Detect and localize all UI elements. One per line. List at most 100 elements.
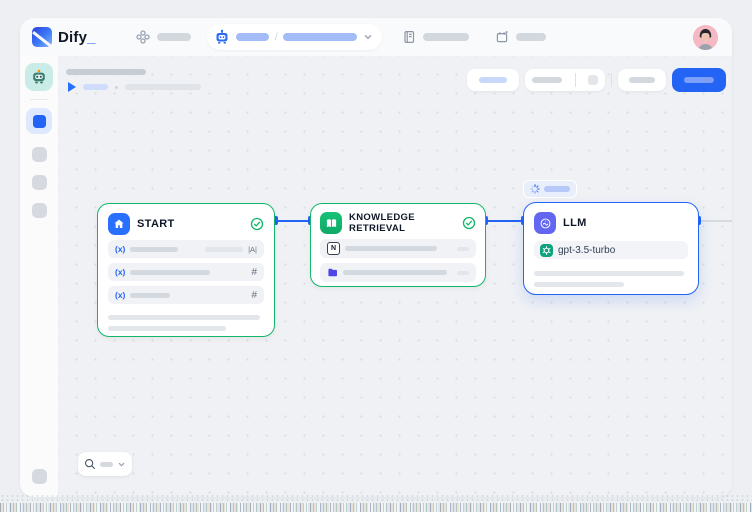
toolbar-preview-button[interactable] bbox=[618, 69, 666, 91]
preview-label-placeholder bbox=[629, 77, 655, 83]
nav-label-placeholder bbox=[157, 33, 191, 41]
variable-value-placeholder bbox=[205, 247, 243, 252]
bottom-noise-speckle bbox=[0, 494, 752, 503]
check-circle-icon bbox=[250, 217, 264, 231]
running-label-placeholder bbox=[544, 186, 570, 192]
app-switcher[interactable]: / bbox=[207, 24, 383, 50]
publish-button[interactable] bbox=[672, 68, 726, 92]
node-start[interactable]: START (x) |A| (x) bbox=[97, 203, 275, 337]
edge-start-to-kr bbox=[277, 220, 310, 222]
variable-name-placeholder bbox=[130, 293, 170, 298]
robot-icon bbox=[214, 29, 230, 45]
llm-model-row: gpt-3.5-turbo bbox=[534, 241, 688, 259]
toolbar-features-button[interactable] bbox=[467, 69, 519, 91]
app-window: Dify_ / bbox=[20, 18, 732, 497]
sidebar-divider bbox=[30, 99, 48, 100]
run-time-placeholder bbox=[125, 84, 201, 90]
check-circle-icon bbox=[462, 216, 476, 230]
play-icon[interactable] bbox=[68, 82, 76, 92]
workflow-icon bbox=[33, 115, 46, 128]
start-variable-row: (x) # bbox=[108, 263, 264, 281]
llm-node-title: LLM bbox=[563, 217, 587, 229]
app-body: START (x) |A| (x) bbox=[20, 56, 732, 497]
notion-icon: N bbox=[327, 242, 340, 255]
sidebar-item-1[interactable] bbox=[32, 147, 47, 162]
breadcrumb-separator: / bbox=[275, 32, 278, 43]
start-variable-row: (x) |A| bbox=[108, 240, 264, 258]
avatar-person-icon bbox=[693, 25, 718, 50]
start-variable-row: (x) # bbox=[108, 286, 264, 304]
chevron-down-icon bbox=[117, 460, 126, 469]
dify-logo-icon bbox=[32, 27, 52, 47]
run-label-placeholder bbox=[83, 84, 108, 90]
folder-icon bbox=[327, 266, 338, 279]
nav-menu-item[interactable] bbox=[136, 30, 191, 44]
sidebar-app-tile[interactable] bbox=[25, 63, 53, 91]
calendar-sparkle-icon bbox=[495, 30, 509, 44]
model-name: gpt-3.5-turbo bbox=[558, 245, 615, 256]
openai-icon bbox=[540, 244, 553, 257]
edge-llm-out bbox=[701, 220, 732, 222]
user-avatar[interactable] bbox=[693, 25, 718, 50]
sidebar-item-3[interactable] bbox=[32, 203, 47, 218]
variable-icon: (x) bbox=[115, 244, 125, 254]
node-knowledge-retrieval[interactable]: KNOWLEDGE RETRIEVAL N bbox=[310, 203, 486, 287]
icon-sidebar bbox=[20, 56, 58, 497]
top-bar: Dify_ / bbox=[20, 18, 732, 56]
toolbar-run-group[interactable] bbox=[525, 69, 605, 91]
dataset-count-placeholder bbox=[457, 271, 469, 275]
chevron-down-icon[interactable] bbox=[363, 32, 373, 42]
kr-dataset-row bbox=[320, 263, 476, 282]
workflow-title-placeholder bbox=[66, 69, 146, 75]
docs-menu-item[interactable] bbox=[402, 30, 469, 44]
variable-name-placeholder bbox=[130, 247, 178, 252]
string-type-icon: |A| bbox=[248, 245, 257, 254]
home-icon bbox=[108, 213, 130, 235]
llm-icon bbox=[534, 212, 556, 234]
sidebar-item-2[interactable] bbox=[32, 175, 47, 190]
workflow-name-placeholder bbox=[283, 33, 357, 41]
running-status-badge bbox=[523, 180, 577, 198]
node-description-placeholder bbox=[534, 282, 624, 287]
notebook-icon bbox=[402, 30, 416, 44]
node-llm[interactable]: LLM gpt-3.5-turbo bbox=[523, 202, 699, 295]
app-name-placeholder bbox=[236, 33, 269, 41]
last-run-row bbox=[68, 82, 201, 92]
spinner-icon bbox=[530, 184, 540, 194]
features-label-placeholder bbox=[479, 77, 507, 83]
node-description-placeholder bbox=[108, 326, 226, 331]
run-history-label-placeholder bbox=[532, 77, 562, 83]
node-description-placeholder bbox=[108, 315, 260, 320]
toolbar-square-button[interactable] bbox=[588, 75, 598, 85]
open-book-icon bbox=[320, 212, 342, 234]
dataset-name-placeholder bbox=[345, 246, 437, 251]
schedule-menu-item[interactable] bbox=[495, 30, 546, 44]
kr-node-title: KNOWLEDGE RETRIEVAL bbox=[349, 212, 455, 234]
zoom-control[interactable] bbox=[78, 452, 132, 476]
magnifier-icon bbox=[84, 458, 96, 470]
llm-node-header: LLM bbox=[534, 212, 688, 234]
start-node-title: START bbox=[137, 218, 175, 230]
sidebar-item-settings[interactable] bbox=[32, 469, 47, 484]
variable-icon: (x) bbox=[115, 290, 125, 300]
sidebar-item-workflow-active[interactable] bbox=[26, 108, 52, 134]
publish-label-placeholder bbox=[684, 77, 714, 83]
brand-name: Dify_ bbox=[58, 29, 96, 46]
workflow-canvas[interactable]: START (x) |A| (x) bbox=[58, 56, 732, 497]
variable-name-placeholder bbox=[130, 270, 210, 275]
brand-cursor: _ bbox=[87, 29, 96, 46]
node-description-placeholder bbox=[534, 271, 684, 276]
bottom-noise-strip bbox=[0, 503, 752, 512]
toolbar-inner-divider bbox=[575, 73, 576, 87]
docs-label-placeholder bbox=[423, 33, 469, 41]
zoom-value-placeholder bbox=[100, 462, 113, 467]
dify-logo[interactable]: Dify_ bbox=[32, 27, 96, 47]
dataset-name-placeholder bbox=[343, 270, 447, 275]
start-node-header: START bbox=[108, 213, 264, 235]
dataset-count-placeholder bbox=[457, 247, 469, 251]
canvas-toolbar bbox=[467, 68, 726, 92]
kr-dataset-row: N bbox=[320, 239, 476, 258]
kr-node-header: KNOWLEDGE RETRIEVAL bbox=[320, 212, 476, 234]
edge-kr-to-llm bbox=[486, 220, 523, 222]
nodes-clover-icon bbox=[136, 30, 150, 44]
